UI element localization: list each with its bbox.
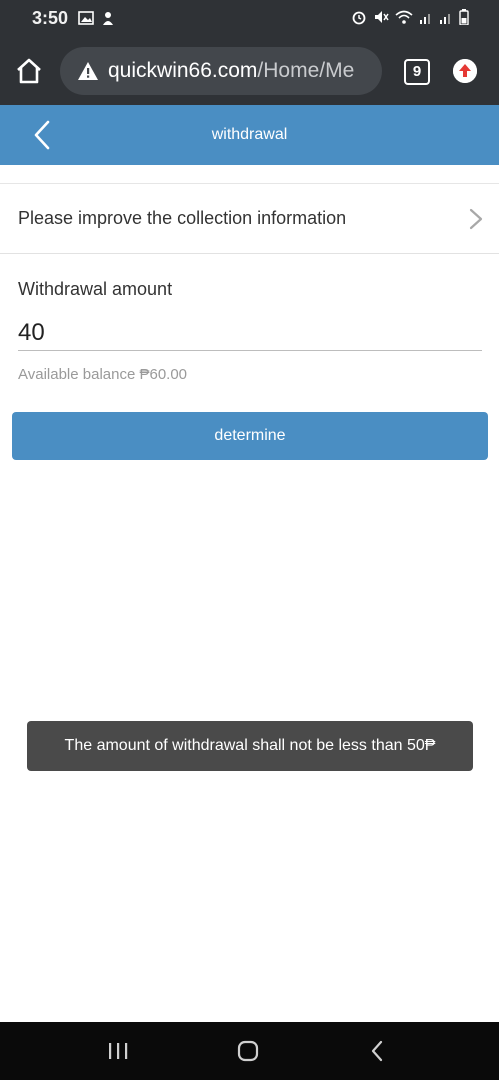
withdrawal-amount-section: Withdrawal amount Available balance ₱60.… xyxy=(0,254,499,404)
status-time: 3:50 xyxy=(32,8,69,28)
screen: 3:50 quickwin66.com/Home/Me 9 withdrawal… xyxy=(0,0,499,1080)
signal-icon-2 xyxy=(439,10,453,29)
collection-info-row[interactable]: Please improve the collection informatio… xyxy=(0,184,499,254)
browser-toolbar: quickwin66.com/Home/Me 9 xyxy=(0,38,499,105)
battery-icon xyxy=(459,9,469,30)
url-host: quickwin66.com xyxy=(108,59,258,82)
top-spacer xyxy=(0,165,499,184)
url-path: /Home/Me xyxy=(257,59,355,82)
toast-message: The amount of withdrawal shall not be le… xyxy=(27,721,473,771)
url-text: quickwin66.com/Home/Me xyxy=(108,59,354,83)
chevron-right-icon xyxy=(467,207,485,231)
app-header: withdrawal xyxy=(0,105,499,165)
status-right-icons xyxy=(351,9,469,30)
withdrawal-amount-label: Withdrawal amount xyxy=(18,279,173,299)
wifi-icon xyxy=(395,9,413,30)
nav-home-icon[interactable] xyxy=(236,1040,260,1062)
update-icon[interactable] xyxy=(453,59,477,83)
alarm-icon xyxy=(351,9,367,30)
system-nav-bar xyxy=(0,1022,499,1080)
home-icon[interactable] xyxy=(14,56,44,86)
warning-icon[interactable] xyxy=(77,60,99,82)
page-title: withdrawal xyxy=(211,126,288,143)
recents-icon[interactable] xyxy=(106,1042,130,1060)
available-balance-text: Available balance ₱60.00 xyxy=(18,366,188,383)
collection-info-label: Please improve the collection informatio… xyxy=(18,208,347,228)
tabs-counter-button[interactable]: 9 xyxy=(404,59,430,85)
app-notification-icon xyxy=(100,10,116,31)
withdrawal-amount-input[interactable] xyxy=(18,316,482,351)
determine-button[interactable]: determine xyxy=(12,412,488,460)
mute-icon xyxy=(373,9,389,30)
address-bar[interactable]: quickwin66.com/Home/Me xyxy=(60,47,382,95)
signal-icon-1 xyxy=(419,10,433,29)
gallery-icon xyxy=(78,10,94,31)
status-bar: 3:50 xyxy=(0,0,499,38)
nav-back-icon[interactable] xyxy=(368,1039,386,1063)
